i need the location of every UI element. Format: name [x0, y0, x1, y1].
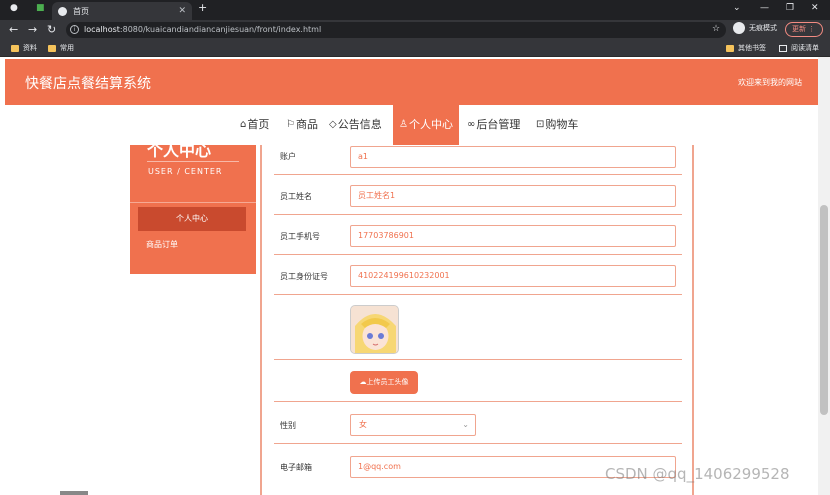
nav-products[interactable]: ⚐ 商品 — [286, 105, 318, 145]
restore-button[interactable]: ❐ — [786, 3, 794, 13]
new-tab-button[interactable]: + — [198, 1, 207, 14]
nav-personal-center[interactable]: ♙ 个人中心 — [393, 105, 459, 145]
reload-icon[interactable]: ↻ — [47, 23, 56, 36]
forward-icon[interactable]: → — [28, 23, 37, 36]
nav-label: 首页 — [247, 118, 270, 131]
sidebar-subtitle: USER / CENTER — [148, 167, 223, 176]
globe-icon — [58, 6, 67, 16]
url-path: :8080/kuaicandiandiancanjiesuan/front/in… — [119, 25, 322, 34]
tab-search-icon[interactable]: ⌄ — [733, 3, 741, 13]
form-row-account: 账户 a1 — [274, 145, 682, 175]
sidebar-item-orders[interactable]: 商品订单 — [146, 239, 178, 250]
phone-label: 员工手机号 — [280, 232, 320, 241]
main-nav: ⌂ 首页 ⚐ 商品 ◇ 公告信息 ♙ 个人中心 ∞ 后台管理 ⊡ 购物车 — [0, 105, 818, 145]
avatar-image — [350, 305, 399, 354]
bookmark-star-icon[interactable]: ☆ — [712, 24, 720, 34]
url-host: localhost — [84, 25, 120, 34]
account-label: 账户 — [280, 152, 296, 161]
profile-form: 账户 a1 员工姓名 员工姓名1 员工手机号 17703786901 员工身份证… — [260, 145, 694, 495]
bookmark-label: 资料 — [23, 44, 37, 52]
gender-value: 女 — [359, 420, 367, 429]
form-row-avatar — [274, 295, 682, 360]
user-icon: ♙ — [399, 119, 408, 130]
phone-input[interactable]: 17703786901 — [350, 225, 676, 247]
bookmark-label: 阅读清单 — [791, 44, 819, 52]
nav-label: 个人中心 — [408, 118, 453, 131]
form-row-id: 员工身份证号 410224199610232001 — [274, 255, 682, 295]
bottom-strip — [60, 491, 88, 495]
form-row-name: 员工姓名 员工姓名1 — [274, 175, 682, 215]
folder-icon — [726, 44, 734, 52]
csdn-watermark: CSDN @qq_1406299528 — [605, 465, 790, 483]
bookmark-label: 常用 — [60, 44, 74, 52]
folder-icon — [11, 44, 19, 52]
bookmark-folder-1[interactable]: 资料 — [11, 43, 37, 53]
folder-icon — [48, 44, 56, 52]
update-label: 更新 — [792, 25, 806, 33]
welcome-text: 欢迎来到我的网站 — [738, 78, 802, 87]
url-field[interactable]: localhost:8080/kuaicandiandiancanjiesuan… — [66, 22, 726, 38]
id-input[interactable]: 410224199610232001 — [350, 265, 676, 287]
address-bar-row: ← → ↻ localhost:8080/kuaicandiandiancanj… — [0, 20, 830, 40]
upload-label: 上传员工头像 — [366, 378, 409, 386]
close-tab-icon[interactable]: ✕ — [178, 6, 186, 16]
nav-label: 购物车 — [545, 118, 579, 131]
user-center-sidebar: 个人中心 USER / CENTER 个人中心 商品订单 — [130, 141, 256, 274]
tab-title: 首页 — [73, 6, 89, 16]
page-viewport: 快餐店点餐结算系统 欢迎来到我的网站 ⌂ 首页 ⚐ 商品 ◇ 公告信息 ♙ 个人中心 ∞… — [0, 57, 818, 495]
sidebar-title: 个人中心 — [147, 141, 212, 160]
form-row-phone: 员工手机号 17703786901 — [274, 215, 682, 255]
sidebar-divider — [147, 161, 239, 162]
site-header: 快餐店点餐结算系统 欢迎来到我的网站 — [5, 59, 818, 105]
app-tab-icon[interactable]: ■ — [36, 3, 45, 13]
update-button[interactable]: 更新 ⋮ — [785, 22, 823, 37]
gender-select[interactable]: 女 ⌄ — [350, 414, 476, 436]
bookmark-label: 其他书签 — [738, 44, 766, 52]
id-label: 员工身份证号 — [280, 272, 328, 281]
nav-label: 公告信息 — [337, 118, 382, 131]
browser-titlebar: ● ■ 首页 ✕ + ⌄ — ❐ ✕ — [0, 0, 830, 20]
nav-announcements[interactable]: ◇ 公告信息 — [329, 105, 382, 145]
flag-icon: ⚐ — [286, 119, 295, 130]
incognito-indicator[interactable]: 无痕模式 — [733, 22, 777, 34]
form-row-gender: 性别 女 ⌄ — [274, 402, 682, 444]
name-input[interactable]: 员工姓名1 — [350, 185, 676, 207]
github-icon[interactable]: ● — [10, 3, 18, 13]
incognito-icon — [733, 22, 745, 34]
other-bookmarks[interactable]: 其他书签 — [726, 43, 766, 53]
home-icon: ⌂ — [240, 119, 247, 130]
chevron-down-icon: ⌄ — [462, 420, 469, 429]
bookmark-folder-2[interactable]: 常用 — [48, 43, 74, 53]
name-label: 员工姓名 — [280, 192, 312, 201]
nav-cart[interactable]: ⊡ 购物车 — [536, 105, 578, 145]
scrollbar-thumb[interactable] — [820, 205, 828, 415]
link-icon: ∞ — [467, 119, 476, 130]
tag-icon: ◇ — [329, 119, 337, 130]
upload-avatar-button[interactable]: ☁上传员工头像 — [350, 371, 418, 394]
cloud-upload-icon: ☁ — [359, 378, 367, 386]
sidebar-item-personal-center[interactable]: 个人中心 — [138, 207, 246, 231]
nav-label: 后台管理 — [476, 118, 521, 131]
incognito-label: 无痕模式 — [749, 24, 777, 32]
account-input[interactable]: a1 — [350, 146, 676, 168]
back-icon[interactable]: ← — [9, 23, 18, 36]
browser-tab-active[interactable]: 首页 ✕ — [52, 2, 192, 20]
nav-admin[interactable]: ∞ 后台管理 — [467, 105, 520, 145]
sidebar-separator — [130, 202, 256, 203]
close-window-button[interactable]: ✕ — [811, 3, 819, 13]
site-title: 快餐店点餐结算系统 — [25, 76, 151, 92]
email-label: 电子邮箱 — [280, 463, 312, 472]
form-row-upload: ☁上传员工头像 — [274, 360, 682, 402]
reading-list-icon — [779, 44, 787, 52]
nav-label: 商品 — [295, 118, 318, 131]
bookmarks-bar: 资料 常用 其他书签 阅读清单 — [0, 40, 830, 57]
reading-list[interactable]: 阅读清单 — [779, 43, 819, 53]
gender-label: 性别 — [280, 421, 296, 430]
cart-icon: ⊡ — [536, 119, 545, 130]
minimize-button[interactable]: — — [760, 3, 769, 13]
site-info-icon[interactable]: i — [70, 25, 79, 34]
nav-home[interactable]: ⌂ 首页 — [240, 105, 269, 145]
